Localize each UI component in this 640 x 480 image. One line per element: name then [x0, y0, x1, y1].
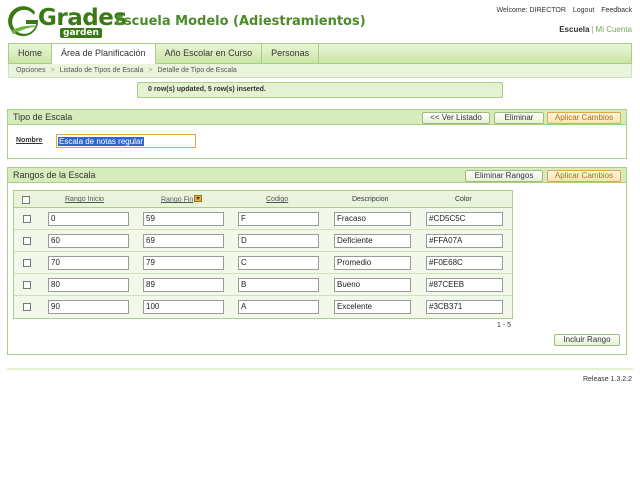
row-checkbox[interactable]: [23, 215, 31, 223]
color-input[interactable]: #F0E68C: [426, 256, 503, 270]
row-checkbox[interactable]: [23, 303, 31, 311]
nombre-label: Nombre: [16, 137, 43, 144]
col-rango-inicio[interactable]: Rango Inicio: [65, 196, 104, 203]
codigo-input[interactable]: A: [238, 300, 319, 314]
rango-fin-input[interactable]: 89: [143, 278, 224, 292]
breadcrumb-listado[interactable]: Listado de Tipos de Escala: [60, 67, 144, 74]
eliminar-button[interactable]: Eliminar: [494, 112, 544, 124]
row-checkbox[interactable]: [23, 259, 31, 267]
main-nav: Home Área de Planificación Año Escolar e…: [8, 43, 632, 64]
descripcion-input[interactable]: Deficiente: [334, 234, 411, 248]
codigo-input[interactable]: D: [238, 234, 319, 248]
logo-text: Grades: [38, 5, 127, 31]
rango-fin-input[interactable]: 59: [143, 212, 224, 226]
row-checkbox[interactable]: [23, 281, 31, 289]
feedback-link[interactable]: Feedback: [601, 7, 632, 14]
nav-home[interactable]: Home: [9, 44, 53, 63]
nombre-value: Escala de notas regular: [58, 137, 145, 146]
col-rango-fin[interactable]: Rango Fin: [161, 195, 203, 204]
ver-listado-button[interactable]: << Ver Listado: [422, 112, 490, 124]
descripcion-input[interactable]: Bueno: [334, 278, 411, 292]
footer-divider: [7, 368, 633, 370]
color-input[interactable]: #CD5C5C: [426, 212, 503, 226]
pagination-text: 1 - 5: [497, 322, 512, 329]
descripcion-input[interactable]: Promedio: [334, 256, 411, 270]
breadcrumb-opciones[interactable]: Opciones: [16, 67, 46, 74]
aplicar-cambios-button[interactable]: Aplicar Cambios: [547, 112, 621, 124]
rango-fin-input[interactable]: 79: [143, 256, 224, 270]
codigo-input[interactable]: C: [238, 256, 319, 270]
nav-planificacion[interactable]: Área de Planificación: [52, 44, 156, 64]
color-input[interactable]: #87CEEB: [426, 278, 503, 292]
rango-inicio-input[interactable]: 60: [48, 234, 129, 248]
my-account-link[interactable]: Mi Cuenta: [596, 25, 632, 34]
panel-title: Tipo de Escala: [13, 112, 73, 122]
rango-fin-input[interactable]: 100: [143, 300, 224, 314]
panel-header: Tipo de Escala << Ver Listado Eliminar A…: [8, 110, 626, 125]
descripcion-input[interactable]: Excelente: [334, 300, 411, 314]
link-separator: |: [591, 25, 594, 34]
table-row: 0 59 F Fracaso #CD5C5C: [14, 208, 512, 230]
rangos-escala-panel: Rangos de la Escala Eliminar Rangos Apli…: [7, 167, 627, 355]
context-links: Escuela | Mi Cuenta: [559, 25, 632, 34]
logout-link[interactable]: Logout: [573, 7, 594, 14]
select-all-checkbox[interactable]: [22, 196, 30, 204]
tipo-escala-panel: Tipo de Escala << Ver Listado Eliminar A…: [7, 109, 627, 159]
breadcrumb: Opciones > Listado de Tipos de Escala > Deta…: [8, 64, 632, 78]
breadcrumb-separator: >: [148, 67, 153, 74]
rango-inicio-input[interactable]: 0: [48, 212, 129, 226]
panel-title: Rangos de la Escala: [13, 170, 96, 180]
descripcion-input[interactable]: Fracaso: [334, 212, 411, 226]
aplicar-cambios-button[interactable]: Aplicar Cambios: [547, 170, 621, 182]
school-link[interactable]: Escuela: [559, 25, 589, 34]
table-row: 90 100 A Excelente #3CB371: [14, 296, 512, 318]
codigo-input[interactable]: F: [238, 212, 319, 226]
rango-fin-input[interactable]: 69: [143, 234, 224, 248]
eliminar-rangos-button[interactable]: Eliminar Rangos: [465, 170, 543, 182]
table-row: 80 89 B Bueno #87CEEB: [14, 274, 512, 296]
app-title: Escuela Modelo (Adiestramientos): [115, 14, 366, 29]
rango-inicio-input[interactable]: 80: [48, 278, 129, 292]
logo-g-icon: [8, 6, 39, 37]
nav-ano-escolar[interactable]: Año Escolar en Curso: [156, 44, 263, 63]
nav-personas[interactable]: Personas: [262, 44, 320, 63]
table-row: 70 79 C Promedio #F0E68C: [14, 252, 512, 274]
panel-header: Rangos de la Escala Eliminar Rangos Apli…: [8, 168, 626, 183]
logo-subtext: garden: [60, 28, 102, 38]
color-input[interactable]: #3CB371: [426, 300, 503, 314]
app-logo[interactable]: Grades garden: [8, 6, 127, 40]
codigo-input[interactable]: B: [238, 278, 319, 292]
col-codigo[interactable]: Codigo: [266, 196, 288, 203]
table-header: Rango Inicio Rango Fin Codigo Descripcio…: [14, 191, 512, 208]
rango-inicio-input[interactable]: 90: [48, 300, 129, 314]
table-row: 60 69 D Deficiente #FFA07A: [14, 230, 512, 252]
incluir-rango-button[interactable]: Incluir Rango: [554, 334, 620, 346]
color-input[interactable]: #FFA07A: [426, 234, 503, 248]
welcome-text: Welcome: DIRECTOR: [496, 7, 566, 14]
sort-desc-icon: [194, 195, 203, 202]
breadcrumb-separator: >: [50, 67, 55, 74]
status-message: 0 row(s) updated, 5 row(s) inserted.: [137, 82, 503, 98]
col-rango-fin-label: Rango Fin: [161, 196, 194, 204]
user-links: Welcome: DIRECTOR Logout Feedback: [492, 7, 632, 14]
release-version: Release 1.3.2.2: [582, 376, 632, 383]
rango-inicio-input[interactable]: 70: [48, 256, 129, 270]
breadcrumb-detalle: Detalle de Tipo de Escala: [157, 67, 237, 74]
row-checkbox[interactable]: [23, 237, 31, 245]
col-color: Color: [455, 196, 472, 203]
col-descripcion: Descripcion: [352, 196, 389, 203]
rangos-table: Rango Inicio Rango Fin Codigo Descripcio…: [13, 190, 513, 319]
nombre-input[interactable]: Escala de notas regular: [56, 134, 196, 148]
